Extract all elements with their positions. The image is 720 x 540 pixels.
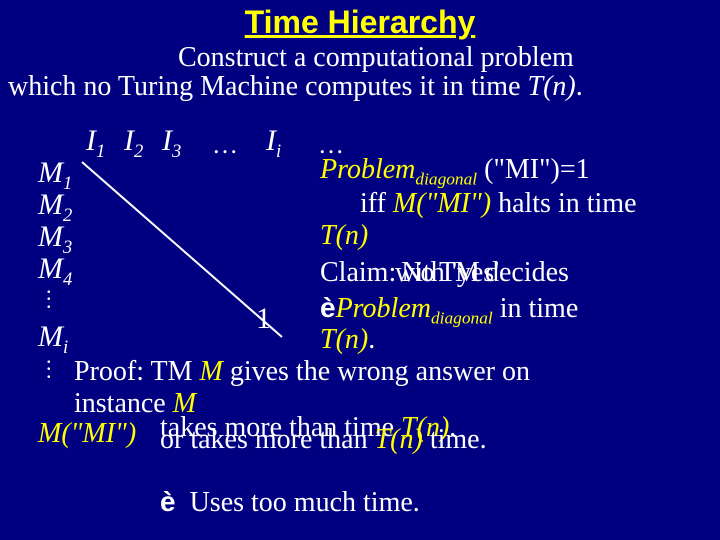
claim-problem-word: Problem [336, 293, 431, 324]
intro-line-2a: which no Turing Machine computes it in t… [8, 71, 528, 102]
proof-line4: è Uses too much time. [132, 454, 420, 540]
intro-text: Construct a computational problem which … [0, 41, 720, 102]
problem-arg: ("MI")=1 [477, 154, 590, 185]
row-M3-sym: M [38, 220, 63, 253]
intro-line-2: which no Turing Machine computes it in t… [8, 72, 712, 101]
row-vdots-2: . . . [46, 352, 52, 375]
diagonal-cell-one: 1 [256, 302, 271, 336]
proof-l1a: Proof: TM [74, 356, 200, 387]
problem-sub: diagonal [415, 169, 477, 188]
content-area: I1 I2 I3 … Ii … M1 M2 M3 M4 . . . Mi . .… [0, 102, 720, 532]
intro-tn: T(n) [528, 71, 576, 102]
row-M4-sub: 4 [63, 269, 72, 290]
slide-title: Time Hierarchy [0, 0, 720, 41]
problem-def-line1: Problemdiagonal ("MI")=1 [320, 154, 590, 190]
claim-problem-sub: diagonal [431, 308, 493, 327]
row-Mi: Mi [38, 320, 68, 359]
claim-dot: . [368, 324, 375, 355]
proof-mmi: M("MI") [38, 418, 136, 450]
proof-l1c: gives the wrong answer on [223, 356, 530, 387]
row-Mi-sub: i [63, 337, 68, 358]
row-M2-sym: M [38, 188, 63, 221]
iff-post: halts in time [491, 188, 636, 219]
problem-def-line2: iff M("MI") halts in time [360, 188, 637, 220]
claim-pre: Claim [320, 257, 388, 288]
claim-tn-text: T(n) [320, 324, 368, 355]
proof-l4: Uses too much time. [176, 487, 420, 518]
iff-pre: iff [360, 188, 393, 219]
intro-line-1: Construct a computational problem [8, 43, 712, 72]
intro-line-2c: . [576, 71, 583, 102]
iff-mmi: M("MI") [393, 188, 491, 219]
proof-arrow-icon: è [160, 486, 176, 517]
proof-line3-overlay: or takes more than T(n) time. [160, 424, 487, 456]
row-vdots-1: . . . [46, 282, 52, 305]
claim-line-overlay: with 'yes' [395, 257, 499, 289]
claim-tail: in time [493, 293, 579, 324]
problem-word: Problem [320, 154, 415, 185]
proof-l2: instance [74, 388, 173, 419]
problem-def-tn: T(n) [320, 220, 368, 252]
proof-l3a-ov: or takes more than [160, 424, 375, 455]
proof-tn-ov: T(n) [375, 424, 423, 455]
proof-line1: Proof: TM M gives the wrong answer on [74, 356, 530, 388]
claim-tn: T(n). [320, 324, 375, 356]
row-M1-sym: M [38, 156, 63, 189]
row-M4: M4 [38, 252, 72, 291]
proof-l1b: M [200, 356, 223, 387]
claim-arrow-icon: è [320, 292, 336, 323]
proof-l3b: time. [423, 424, 487, 455]
